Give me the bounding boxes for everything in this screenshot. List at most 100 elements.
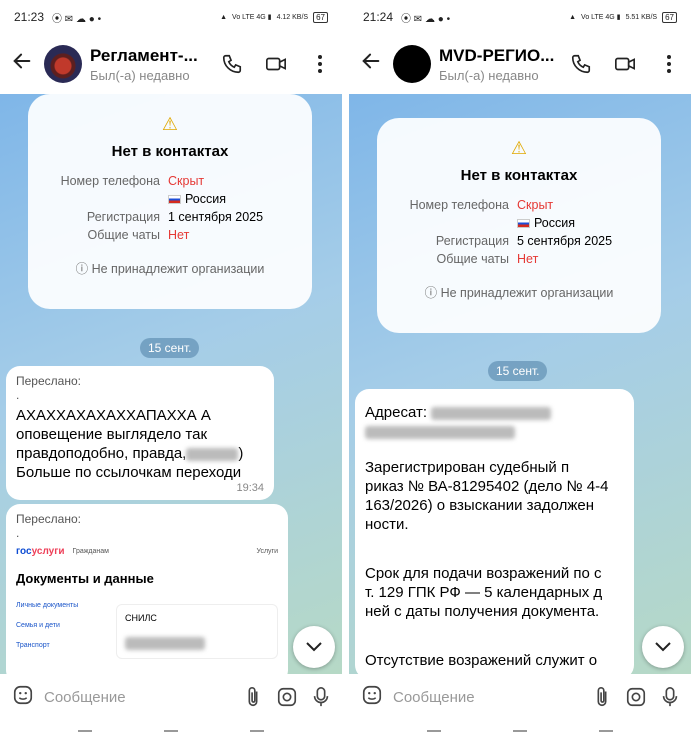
redacted-text	[431, 406, 552, 420]
phone-row: Номер телефона Скрыт	[40, 174, 300, 188]
phone-value: Скрыт	[168, 174, 205, 188]
card-title: Нет в контактах	[460, 167, 578, 184]
gosuslugi-screenshot[interactable]: госуслуги Гражданам Услуги Документы и д…	[16, 546, 278, 674]
common-chats-row: Общие чаты Нет	[40, 228, 300, 242]
organization-note: ⓘ Не принадлежит организации	[389, 282, 649, 301]
gosuslugi-logo: госуслуги	[16, 546, 65, 557]
message-line: т. 129 ГПК РФ — 5 календарных д	[365, 584, 603, 601]
services-menu: Услуги	[256, 548, 278, 555]
nav-home[interactable]	[513, 730, 527, 732]
registration-label: Регистрация	[86, 210, 160, 224]
contact-name: Регламент-...	[90, 45, 198, 65]
avatar[interactable]	[393, 45, 431, 83]
phone-label: Номер телефона	[60, 174, 160, 188]
system-nav-bar	[0, 724, 342, 737]
organization-note: ⓘ Не принадлежит организации	[40, 258, 300, 277]
mic-icon[interactable]	[312, 686, 330, 708]
chat-area[interactable]: ⚠ Нет в контактах Номер телефона Скрыт Р…	[349, 94, 691, 674]
contact-info[interactable]: Регламент-... Был(-а) недавно	[90, 46, 210, 83]
date-separator: 15 сент.	[140, 338, 200, 358]
common-chats-row: Общие чаты Нет	[389, 252, 649, 266]
attach-icon[interactable]	[244, 686, 262, 708]
phone-left: 21:23 ⦿ ✉ ☁ ● • ▲ Vo LTE 4G ▮ 4.12 KB/S …	[0, 0, 342, 737]
nav-home[interactable]	[164, 730, 178, 732]
message-time: 19:34	[236, 482, 264, 494]
more-icon[interactable]	[298, 54, 342, 74]
phone-right: 21:24 ⦿ ✉ ☁ ● • ▲ Vo LTE 4G ▮ 5.51 KB/S …	[349, 0, 691, 737]
phone-label: Номер телефона	[409, 198, 509, 212]
video-icon[interactable]	[603, 53, 647, 75]
message-input[interactable]: Сообщение	[393, 689, 579, 706]
message-composer: Сообщение	[349, 674, 691, 720]
not-in-contacts-card: ⚠ Нет в контактах Номер телефона Скрыт Р…	[28, 94, 312, 309]
status-bar: 21:23 ⦿ ✉ ☁ ● • ▲ Vo LTE 4G ▮ 4.12 KB/S …	[0, 0, 342, 34]
wifi-icon: ▲	[220, 13, 228, 21]
nav-recents[interactable]	[78, 730, 92, 732]
message-composer: Сообщение	[0, 674, 342, 720]
phone-icon[interactable]	[210, 53, 254, 75]
message-line: правдоподобно, правда,)	[16, 444, 264, 463]
battery-icon: 67	[662, 11, 677, 23]
avatar[interactable]	[44, 45, 82, 83]
battery-icon: 67	[313, 11, 328, 23]
registration-row: Регистрация 5 сентября 2025	[389, 234, 649, 248]
addressee-line: Адресат:	[365, 403, 624, 422]
screenshot-pair: 21:23 ⦿ ✉ ☁ ● • ▲ Vo LTE 4G ▮ 4.12 KB/S …	[0, 0, 700, 737]
signal-icon: Vo LTE 4G ▮	[581, 14, 621, 21]
contact-info[interactable]: MVD-РЕГИО... Был(-а) недавно	[439, 46, 559, 83]
russia-flag-icon	[517, 219, 530, 228]
nav-back[interactable]	[250, 730, 264, 732]
country-row: Россия	[40, 192, 300, 206]
sticker-icon[interactable]	[361, 684, 383, 711]
russia-flag-icon	[168, 195, 181, 204]
warning-icon: ⚠	[161, 114, 179, 134]
message-paragraph-3: Отсутствие возражений служит о	[365, 651, 624, 670]
video-icon[interactable]	[254, 53, 298, 75]
back-arrow-icon[interactable]	[0, 50, 44, 78]
nav-recents[interactable]	[427, 730, 441, 732]
more-icon[interactable]	[647, 54, 691, 74]
sticker-icon[interactable]	[12, 684, 34, 711]
incoming-message[interactable]: Адресат: Зарегистрирован судебный п рика…	[355, 389, 634, 674]
signal-icon: Vo LTE 4G ▮	[232, 14, 272, 21]
citizens-menu: Гражданам	[72, 548, 109, 555]
phone-icon[interactable]	[559, 53, 603, 75]
message-fragment: правдоподобно, правда,	[16, 445, 187, 462]
scroll-down-button[interactable]	[642, 626, 684, 668]
camera-icon[interactable]	[276, 686, 298, 708]
card-title: Нет в контактах	[111, 143, 229, 160]
message-input[interactable]: Сообщение	[44, 689, 230, 706]
message-line: Больше по ссылочкам переходи	[16, 464, 242, 481]
message-line: ней с даты получения документа.	[365, 603, 600, 620]
addressee-label: Адресат:	[365, 404, 427, 421]
forwarded-message-1[interactable]: Переслано: . АХАХХАХАХАХХАПАХХА А оповещ…	[6, 366, 274, 500]
snils-card: СНИЛС	[116, 604, 278, 659]
net-speed: 5.51 KB/S	[625, 13, 658, 21]
redacted-text	[365, 426, 515, 440]
registration-label: Регистрация	[435, 234, 509, 248]
logo-part: гос	[16, 546, 32, 557]
country-row: Россия	[389, 216, 649, 230]
phone-row: Номер телефона Скрыт	[389, 198, 649, 212]
snils-label: СНИЛС	[125, 613, 157, 623]
forwarded-message-2[interactable]: Переслано: . госуслуги Гражданам Услуги …	[6, 504, 288, 674]
mic-icon[interactable]	[661, 686, 679, 708]
contact-name: MVD-РЕГИО...	[439, 45, 555, 65]
wifi-icon: ▲	[569, 13, 577, 21]
not-in-contacts-card: ⚠ Нет в контактах Номер телефона Скрыт Р…	[377, 118, 661, 333]
forwarded-label: Переслано:	[16, 512, 81, 526]
registration-value: 5 сентября 2025	[517, 234, 613, 248]
attach-icon[interactable]	[593, 686, 611, 708]
registration-value: 1 сентября 2025	[168, 210, 264, 224]
scroll-down-button[interactable]	[293, 626, 335, 668]
chevron-down-icon	[306, 642, 322, 652]
camera-icon[interactable]	[625, 686, 647, 708]
back-arrow-icon[interactable]	[349, 50, 393, 78]
organization-text: Не принадлежит организации	[440, 286, 614, 300]
chat-area[interactable]: ⚠ Нет в контактах Номер телефона Скрыт Р…	[0, 94, 342, 674]
nav-back[interactable]	[599, 730, 613, 732]
status-time: 21:24	[363, 10, 394, 24]
forwarded-sender: .	[16, 526, 20, 540]
chevron-down-icon	[655, 642, 671, 652]
net-speed: 4.12 KB/S	[276, 13, 309, 21]
